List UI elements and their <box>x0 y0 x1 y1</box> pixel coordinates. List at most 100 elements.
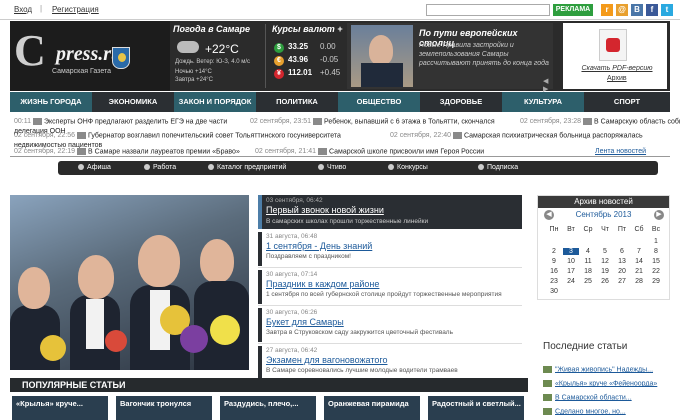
calendar-day[interactable]: 15 <box>648 258 664 265</box>
twitter-icon[interactable]: t <box>661 4 673 16</box>
ticker-text[interactable]: Эксперты ОНФ предлагают разделить ЕГЭ на… <box>44 118 227 125</box>
calendar-day[interactable]: 4 <box>580 248 596 255</box>
nav-item[interactable]: КУЛЬТУРА <box>502 92 584 112</box>
rss-icon[interactable]: r <box>601 4 613 16</box>
story-item[interactable]: 30 августа, 07:14 Праздник в каждом район… <box>258 270 522 306</box>
calendar-day[interactable]: 9 <box>546 258 562 265</box>
ticker-text[interactable]: Ребенок, выпавший с 6 этажа в Тольятти, … <box>324 118 495 125</box>
ticker-text[interactable]: Лента новостей <box>595 148 646 155</box>
calendar-day[interactable]: 14 <box>631 258 647 265</box>
mail-icon[interactable]: @ <box>616 4 628 16</box>
calendar-day[interactable]: 5 <box>597 248 613 255</box>
secondary-nav-item[interactable]: Чтиво <box>318 161 346 175</box>
featured-article[interactable]: По пути европейских столиц Новые Правила… <box>347 23 553 93</box>
nav-item[interactable]: ЗАКОН И ПОРЯДОК <box>174 92 256 112</box>
ticker-text[interactable]: Самарской школе присвоили имя Героя Росс… <box>329 148 484 155</box>
pdf-download-link[interactable]: Скачать PDF-версию <box>567 65 667 72</box>
calendar-day[interactable]: 17 <box>563 268 579 275</box>
advertising-button[interactable]: РЕКЛАМА <box>553 4 593 16</box>
ticker-item[interactable]: 02 сентября, 22:56 Губернатор возглавил п… <box>14 132 341 139</box>
pdf-icon[interactable] <box>599 29 627 61</box>
calendar-day[interactable]: 21 <box>631 268 647 275</box>
calendar-day[interactable]: 28 <box>631 278 647 285</box>
popular-article-title[interactable]: «Крылья» круче... <box>16 399 83 408</box>
currency-title[interactable]: Курсы валют + <box>272 24 349 34</box>
popular-article[interactable]: Раздудись, плечо,... <box>220 396 316 420</box>
calendar-day[interactable]: 3 <box>563 248 579 255</box>
ticker-item[interactable]: 02 сентября, 21:41 Самарской школе присво… <box>255 148 484 155</box>
site-logo[interactable]: С press.ru Самарская Газета <box>10 21 170 91</box>
latest-article-title[interactable]: «Крылья» круче «Фейеноорда» <box>555 380 657 387</box>
ticker-item[interactable]: 00:11 Эксперты ОНФ предлагают разделить Е… <box>14 118 227 125</box>
calendar-day[interactable]: 26 <box>597 278 613 285</box>
latest-article-title[interactable]: В Самарской области... <box>555 394 632 401</box>
calendar-day[interactable]: 12 <box>597 258 613 265</box>
story-title[interactable]: 1 сентября - День знаний <box>266 241 372 251</box>
calendar-day[interactable]: 19 <box>597 268 613 275</box>
ticker-item[interactable]: 02 сентября, 22:19 В Самаре назвали лауре… <box>14 148 240 155</box>
lead-title[interactable]: Первый звонок новой жизни <box>266 205 384 215</box>
facebook-icon[interactable]: f <box>646 4 658 16</box>
ticker-text[interactable]: Самарская психиатрическая больница распо… <box>464 132 643 139</box>
story-item[interactable]: 27 августа, 06:42 Экзамен для вагоновожат… <box>258 346 522 382</box>
next-month-icon[interactable]: ▶ <box>654 210 664 220</box>
calendar-day[interactable]: 2 <box>546 248 562 255</box>
secondary-nav-item[interactable]: Конкурсы <box>388 161 428 175</box>
login-link[interactable]: Вход <box>14 5 32 14</box>
secondary-nav-item[interactable]: Подписка <box>478 161 518 175</box>
calendar-day[interactable]: 6 <box>614 248 630 255</box>
popular-article-title[interactable]: Раздудись, плечо,... <box>224 399 299 408</box>
calendar-day[interactable]: 10 <box>563 258 579 265</box>
nav-item[interactable]: ПОЛИТИКА <box>256 92 338 112</box>
story-title[interactable]: Экзамен для вагоновожатого <box>266 355 387 365</box>
popular-article[interactable]: Радостный и светлый... <box>428 396 524 420</box>
lead-photo[interactable] <box>10 195 249 370</box>
search-input[interactable] <box>426 4 550 16</box>
latest-article[interactable]: В Самарской области... <box>543 394 632 401</box>
calendar-day[interactable]: 27 <box>614 278 630 285</box>
pdf-archive-link[interactable]: Архив <box>607 75 627 82</box>
latest-article-title[interactable]: "Живая живопись" Надежды... <box>555 366 653 373</box>
ticker-text[interactable]: В Самаре назвали лауреатов премии «Браво… <box>88 148 240 155</box>
nav-item[interactable]: ЖИЗНЬ ГОРОДА <box>10 92 92 112</box>
ticker-item[interactable]: 02 сентября, 23:51 Ребенок, выпавший с 6 … <box>250 118 495 125</box>
calendar-day[interactable]: 25 <box>580 278 596 285</box>
latest-article-title[interactable]: Сделано многое, но... <box>555 408 626 415</box>
story-title[interactable]: Букет для Самары <box>266 317 344 327</box>
popular-article-title[interactable]: Радостный и светлый... <box>432 399 521 408</box>
latest-article[interactable]: Сделано многое, но... <box>543 408 626 415</box>
popular-article-title[interactable]: Вагончик тронулся <box>120 399 191 408</box>
secondary-nav-item[interactable]: Работа <box>144 161 176 175</box>
story-title[interactable]: Праздник в каждом районе <box>266 279 379 289</box>
nav-item[interactable]: ЭКОНОМИКА <box>92 92 174 112</box>
calendar-day[interactable]: 30 <box>546 288 562 295</box>
prev-arrow-icon[interactable]: ◀ <box>543 78 548 85</box>
nav-item[interactable]: СПОРТ <box>584 92 670 112</box>
calendar-day[interactable]: 1 <box>648 238 664 245</box>
secondary-nav-item[interactable]: Каталог предприятий <box>208 161 286 175</box>
nav-item[interactable]: ЗДОРОВЬЕ <box>420 92 502 112</box>
story-item[interactable]: 30 августа, 06:26 Букет для Самары Завтра … <box>258 308 522 344</box>
calendar-day[interactable]: 7 <box>631 248 647 255</box>
story-item[interactable]: 31 августа, 06:48 1 сентября - День знани… <box>258 232 522 268</box>
ticker-item[interactable]: 02 сентября, 23:28 В Самарскую область со… <box>520 118 680 125</box>
ticker-item[interactable]: Лента новостей <box>595 148 646 155</box>
lead-story[interactable]: 03 сентября, 06:42 Первый звонок новой ж… <box>258 195 522 229</box>
calendar-day[interactable]: 20 <box>614 268 630 275</box>
latest-article[interactable]: "Живая живопись" Надежды... <box>543 366 653 373</box>
popular-article[interactable]: Оранжевая пирамида <box>324 396 420 420</box>
calendar-day[interactable]: 24 <box>563 278 579 285</box>
popular-article[interactable]: Вагончик тронулся <box>116 396 212 420</box>
register-link[interactable]: Регистрация <box>52 5 99 14</box>
vk-icon[interactable]: B <box>631 4 643 16</box>
calendar-day[interactable]: 13 <box>614 258 630 265</box>
calendar-day[interactable]: 8 <box>648 248 664 255</box>
calendar-day[interactable]: 16 <box>546 268 562 275</box>
latest-article[interactable]: «Крылья» круче «Фейеноорда» <box>543 380 657 387</box>
calendar-day[interactable]: 18 <box>580 268 596 275</box>
secondary-nav-item[interactable]: Афиша <box>78 161 111 175</box>
ticker-item[interactable]: 02 сентября, 22:40 Самарская психиатричес… <box>390 132 643 139</box>
popular-article[interactable]: «Крылья» круче... <box>12 396 108 420</box>
calendar-day[interactable]: 23 <box>546 278 562 285</box>
calendar-day[interactable]: 11 <box>580 258 596 265</box>
